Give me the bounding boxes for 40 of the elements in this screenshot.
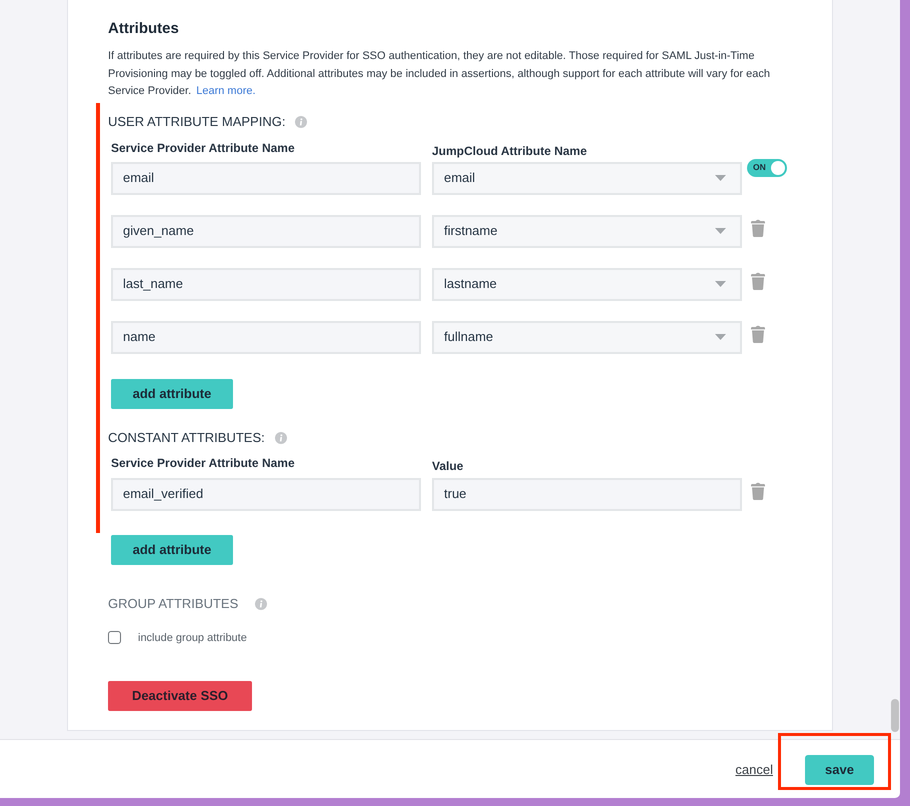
caret-icon [715,281,726,287]
learn-more-link[interactable]: Learn more. [196,85,256,97]
deactivate-sso-button[interactable]: Deactivate SSO [108,681,252,711]
toggle-switch[interactable]: ON [747,158,787,176]
trash-icon[interactable] [751,218,765,236]
scrollbar-thumb[interactable] [891,699,899,732]
column-header: Value [432,458,464,474]
text-field[interactable]: true [432,478,742,510]
trash-icon[interactable] [751,482,765,500]
description-text: If attributes are required by this Service Provider for SSO authentication, they are not editable. Those required for SAML Just-in-Time Provisioning may be toggled off. Additional attributes may be included in assertions, although support for each attribute will vary for each Service Provider. Learn more. [108,49,772,99]
text-field[interactable]: given_name [111,214,421,248]
trash-icon[interactable] [751,324,765,342]
checkbox-label: include group attribute [138,630,247,646]
section-heading: USER ATTRIBUTE MAPPING: [108,112,286,130]
dropdown[interactable]: fullname [432,320,742,354]
add-attribute-button[interactable]: add attribute [111,378,233,408]
text-field[interactable]: email [111,162,421,194]
text-field[interactable]: last_name [111,268,421,300]
trash-icon[interactable] [751,272,765,290]
dropdown[interactable]: firstname [432,214,742,248]
section-heading: CONSTANT ATTRIBUTES: [108,428,265,446]
column-header: Service Provider Attribute Name [111,140,296,156]
section-heading: GROUP ATTRIBUTES [108,594,238,612]
caret-icon [715,175,726,181]
caret-icon [715,228,726,234]
caret-icon [715,334,726,340]
dropdown[interactable]: lastname [432,268,742,300]
text-field[interactable]: email_verified [111,478,421,510]
text-field[interactable]: name [111,320,421,354]
info-icon [295,116,308,128]
section-title: Attributes [108,19,180,39]
column-header: JumpCloud Attribute Name [432,142,587,158]
info-icon [255,598,268,610]
info-icon [274,432,287,444]
save-button[interactable]: save [805,754,874,784]
dropdown[interactable]: email [432,162,742,194]
add-attribute-button[interactable]: add attribute [111,534,233,564]
column-header: Service Provider Attribute Name [111,454,296,470]
cancel-link[interactable]: cancel [735,760,773,780]
checkbox[interactable] [108,631,121,644]
